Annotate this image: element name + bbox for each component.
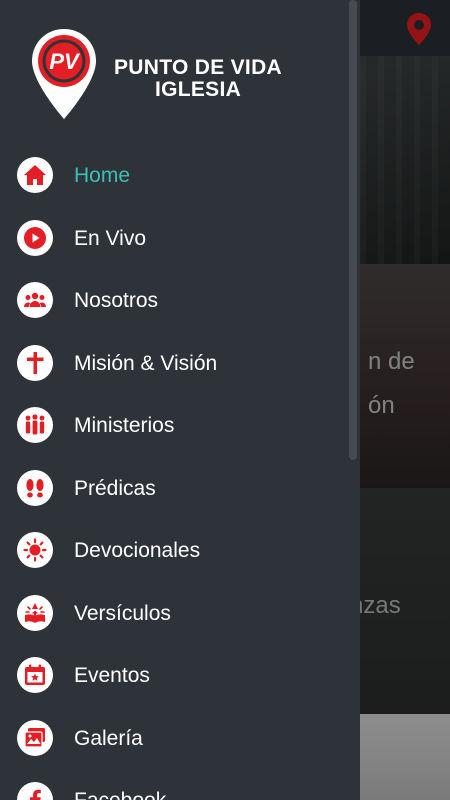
menu-item-facebook[interactable]: Facebook: [0, 769, 360, 800]
brand-line-1: PUNTO DE VIDA: [113, 56, 283, 79]
sun-icon: [17, 532, 53, 568]
menu-item-ministerios[interactable]: Ministerios: [0, 394, 360, 457]
facebook-icon: [17, 782, 53, 800]
navigation-drawer: PV PUNTO DE VIDA IGLESIA Home En Vivo No…: [0, 0, 360, 800]
play-icon: [17, 219, 53, 256]
menu-item-nosotros[interactable]: Nosotros: [0, 269, 360, 332]
menu-item-mision-vision[interactable]: Misión & Visión: [0, 332, 360, 395]
church-logo-icon: PV: [32, 29, 96, 119]
menu-item-home[interactable]: Home: [0, 144, 360, 207]
bible-icon: [17, 594, 53, 631]
home-icon: [17, 157, 53, 193]
menu-item-predicas[interactable]: Prédicas: [0, 457, 360, 520]
menu-item-versiculos[interactable]: Versículos: [0, 582, 360, 645]
brand-line-2: IGLESIA: [154, 78, 242, 101]
people-icon: [17, 407, 53, 443]
calendar-icon: [17, 657, 53, 693]
menu-item-en-vivo[interactable]: En Vivo: [0, 207, 360, 270]
drawer-scrollbar[interactable]: [349, 0, 357, 460]
menu-item-galeria[interactable]: Galería: [0, 707, 360, 770]
drawer-menu: Home En Vivo Nosotros Misión & Visión Mi…: [0, 144, 360, 800]
footprints-icon: [17, 469, 53, 506]
svg-text:PV: PV: [49, 49, 81, 74]
cross-icon: [17, 344, 53, 381]
drawer-header: PV PUNTO DE VIDA IGLESIA: [0, 0, 360, 140]
church-name: PUNTO DE VIDA IGLESIA: [110, 57, 286, 101]
menu-item-eventos[interactable]: Eventos: [0, 644, 360, 707]
menu-item-devocionales[interactable]: Devocionales: [0, 519, 360, 582]
group-icon: [17, 282, 53, 318]
gallery-icon: [17, 719, 53, 756]
